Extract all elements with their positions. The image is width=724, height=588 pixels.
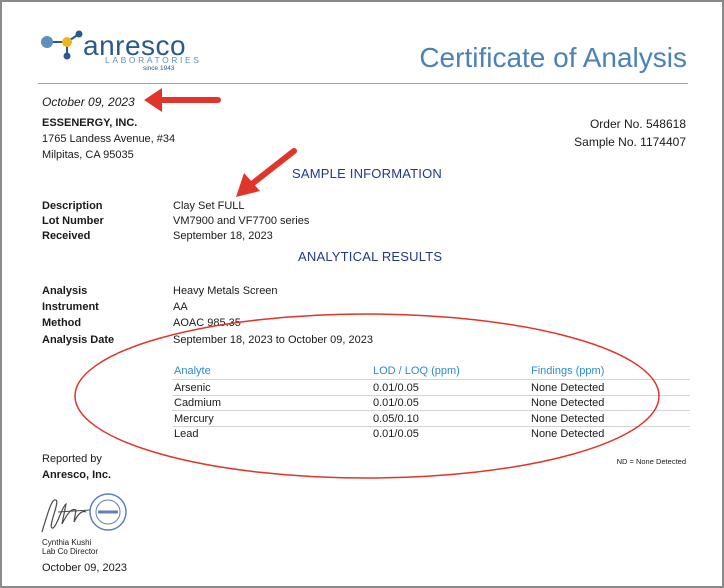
signature-date: October 09, 2023: [42, 562, 128, 574]
certificate-page: anresco LABORATORIES since 1943 Certific…: [0, 0, 724, 588]
sample-information-heading: SAMPLE INFORMATION: [292, 166, 442, 181]
molecule-icon: [41, 30, 83, 60]
red-arrow-annotation: [236, 148, 297, 197]
page-title: Certificate of Analysis: [419, 42, 687, 73]
lot-number-value: VM7900 and VF7700 series: [173, 215, 310, 227]
signer-title: Lab Co Director: [42, 547, 99, 556]
red-ellipse-annotation: [74, 313, 660, 479]
header-divider: [38, 83, 688, 84]
signature-and-seal: [41, 493, 127, 533]
client-address-line1: 1765 Landess Avenue, #34: [42, 133, 176, 145]
client-address-line2: Milpitas, CA 95035: [42, 149, 134, 161]
client-name: ESSENERGY, INC.: [42, 117, 138, 129]
signer-name: Cynthia Kushi: [42, 538, 92, 547]
received-label: Received: [42, 230, 91, 242]
analysis-value: Heavy Metals Screen: [173, 285, 278, 297]
red-arrow-annotation: [144, 88, 221, 112]
sample-number: Sample No. 1174407: [574, 135, 686, 149]
analysis-label: Analysis: [42, 285, 88, 297]
received-value: September 18, 2023: [173, 230, 273, 242]
anresco-logo: anresco LABORATORIES since 1943: [39, 28, 199, 78]
logo-since: since 1943: [143, 65, 175, 72]
description-label: Description: [42, 200, 103, 212]
order-number: Order No. 548618: [589, 117, 686, 131]
logo-subtitle: LABORATORIES: [105, 55, 202, 65]
report-date: October 09, 2023: [42, 95, 135, 109]
analytical-results-heading: ANALYTICAL RESULTS: [298, 249, 443, 264]
lot-number-label: Lot Number: [42, 215, 104, 227]
